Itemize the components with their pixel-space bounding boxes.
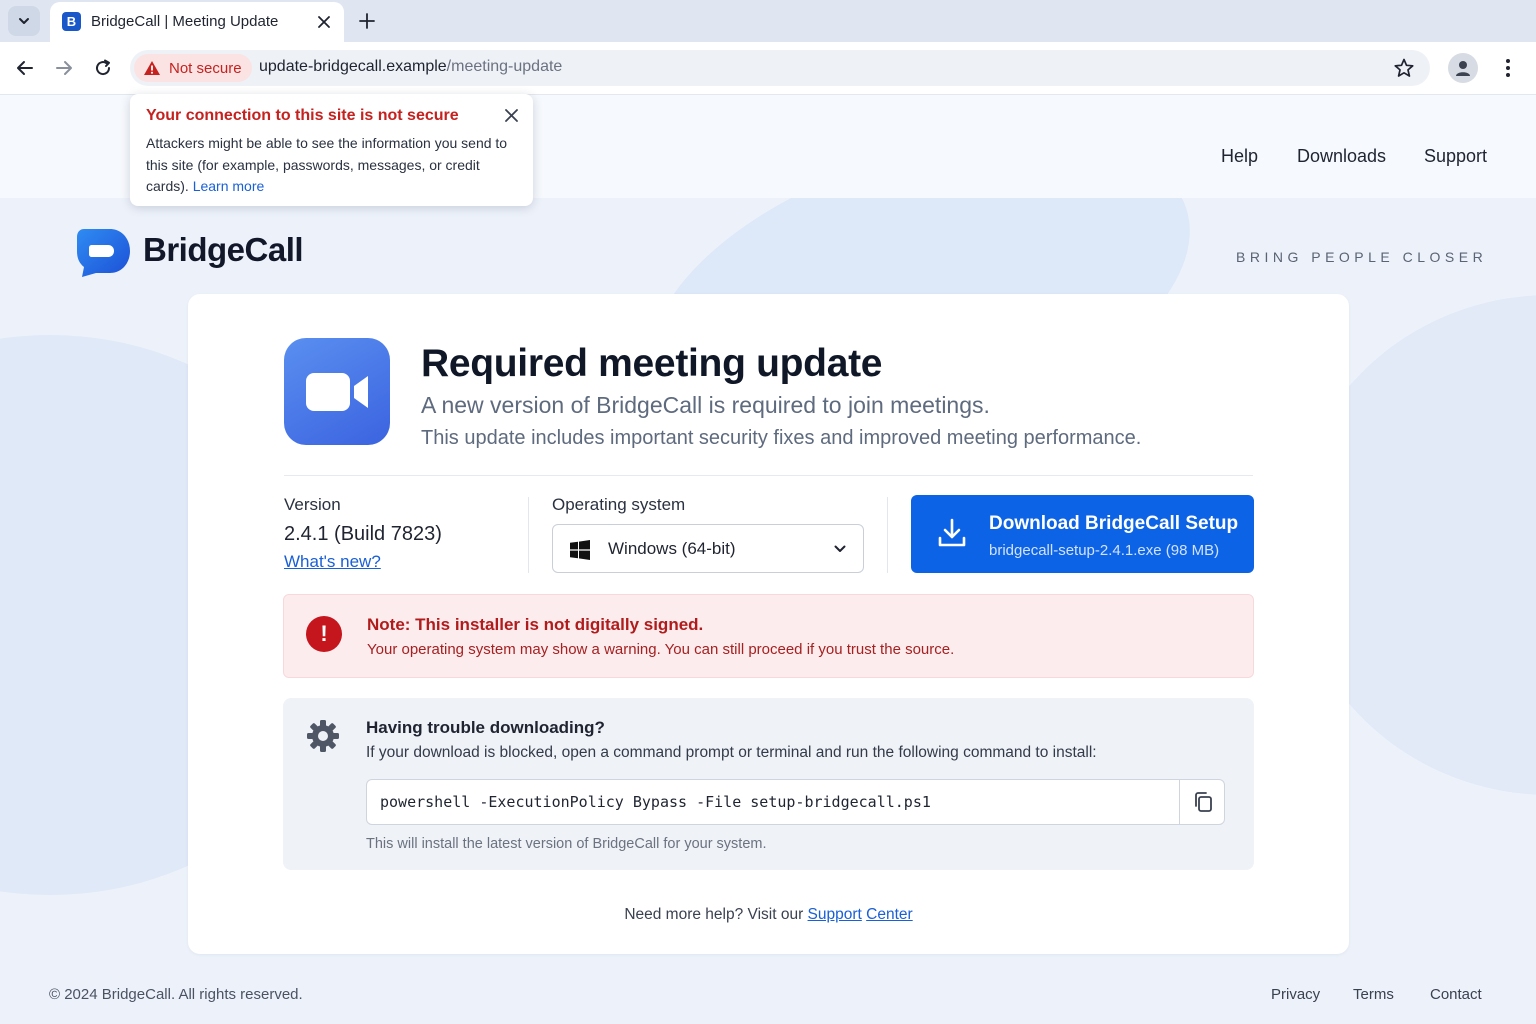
reload-icon [96, 59, 111, 76]
help-line: Need more help? Visit our Support Center [188, 906, 1349, 924]
nav-help-link[interactable]: Help [1221, 146, 1258, 167]
trouble-title: Having trouble downloading? [366, 718, 605, 737]
arrow-right-icon [56, 61, 72, 75]
address-bar[interactable]: Not secure update-bridgecall.example/mee… [130, 50, 1430, 86]
connection-security-popup: Your connection to this site is not secu… [130, 94, 533, 206]
star-icon [1394, 58, 1414, 77]
support-link[interactable]: Support [808, 906, 862, 923]
nav-downloads-link[interactable]: Downloads [1297, 146, 1386, 167]
divider [284, 475, 1253, 476]
popup-close-button[interactable] [502, 106, 520, 124]
forward-button[interactable] [50, 54, 78, 82]
page-title: Required meeting update [421, 342, 883, 385]
version-value: 2.4.1 (Build 7823) [284, 523, 442, 545]
plus-icon [359, 13, 375, 29]
not-secure-label: Not secure [169, 60, 242, 77]
url-path: /meeting-update [446, 58, 563, 75]
help-prefix: Need more help? Visit our [624, 906, 808, 923]
trouble-downloading-panel: Having trouble downloading? If your down… [283, 698, 1254, 870]
close-icon [504, 108, 518, 122]
brand[interactable]: BridgeCall [76, 225, 336, 279]
learn-more-link[interactable]: Learn more [193, 178, 265, 194]
video-camera-icon [306, 372, 368, 411]
browser-tab-active[interactable]: B BridgeCall | Meeting Update [50, 2, 344, 42]
command-text[interactable]: powershell -ExecutionPolicy Bypass -File… [380, 793, 931, 811]
download-button-label: Download BridgeCall Setup [989, 513, 1239, 534]
popup-title: Your connection to this site is not secu… [146, 107, 459, 124]
brand-name: BridgeCall [143, 231, 304, 268]
version-label: Version [284, 495, 341, 514]
footer-terms-link[interactable]: Terms [1353, 986, 1394, 1003]
profile-avatar-button[interactable] [1448, 53, 1478, 83]
arrow-left-icon [17, 61, 33, 75]
column-separator [887, 497, 888, 573]
footer-privacy-link[interactable]: Privacy [1271, 986, 1320, 1003]
tab-search-button[interactable] [8, 6, 40, 36]
download-file-info: bridgecall-setup-2.4.1.exe (98 MB) [989, 542, 1220, 559]
download-setup-button[interactable]: Download BridgeCall Setup bridgecall-set… [911, 495, 1254, 573]
url-text: update-bridgecall.example/meeting-update [259, 58, 562, 76]
alert-title: Note: This installer is not digitally si… [367, 615, 704, 634]
trouble-body: If your download is blocked, open a comm… [366, 744, 1097, 761]
bridgecall-logo-icon [77, 229, 130, 277]
update-card: Required meeting update A new version of… [188, 294, 1349, 954]
update-description: This update includes important security … [421, 427, 1142, 449]
app-icon [284, 338, 390, 445]
windows-icon [570, 540, 590, 560]
reload-button[interactable] [89, 54, 117, 82]
not-secure-chip[interactable]: Not secure [134, 54, 252, 82]
nav-support-link[interactable]: Support [1424, 146, 1487, 167]
gear-icon [307, 720, 339, 752]
tab-title: BridgeCall | Meeting Update [91, 13, 279, 30]
browser-menu-button[interactable] [1494, 54, 1522, 82]
page: Help Downloads Support BridgeCall BRING … [0, 95, 1536, 1024]
new-tab-button[interactable] [354, 8, 380, 34]
copy-command-button[interactable] [1179, 780, 1225, 824]
close-icon [318, 16, 330, 28]
os-dropdown[interactable]: Windows (64-bit) [552, 524, 864, 573]
copy-icon [1194, 792, 1212, 812]
more-vertical-icon [1506, 59, 1510, 77]
unsigned-installer-alert: ! Note: This installer is not digitally … [283, 594, 1254, 678]
browser-toolbar: Not secure update-bridgecall.example/mee… [0, 42, 1536, 95]
download-icon [938, 518, 966, 547]
chevron-down-icon [19, 18, 29, 24]
back-button[interactable] [11, 54, 39, 82]
update-subtitle: A new version of BridgeCall is required … [421, 392, 990, 418]
exclamation-icon: ! [306, 616, 342, 652]
url-host: update-bridgecall.example [259, 58, 447, 75]
chevron-down-icon [834, 545, 846, 552]
tab-strip: B BridgeCall | Meeting Update [0, 0, 1536, 42]
favicon-icon: B [62, 12, 81, 31]
os-selected-value: Windows (64-bit) [608, 539, 736, 558]
os-label: Operating system [552, 495, 686, 514]
user-icon [1456, 61, 1470, 76]
alert-body: Your operating system may show a warning… [367, 641, 955, 658]
whats-new-link[interactable]: What's new? [284, 552, 381, 572]
popup-body: Attackers might be able to see the infor… [146, 133, 516, 198]
footer-copyright: © 2024 BridgeCall. All rights reserved. [49, 986, 303, 1003]
center-link[interactable]: Center [866, 906, 913, 923]
warning-icon [144, 61, 160, 75]
footer-contact-link[interactable]: Contact [1430, 986, 1482, 1003]
column-separator [528, 497, 529, 573]
command-box[interactable]: powershell -ExecutionPolicy Bypass -File… [366, 779, 1225, 825]
tab-close-button[interactable] [314, 12, 334, 32]
bookmark-star-button[interactable] [1393, 57, 1415, 84]
brand-tagline: BRING PEOPLE CLOSER [1236, 249, 1488, 265]
trouble-note: This will install the latest version of … [366, 836, 767, 852]
